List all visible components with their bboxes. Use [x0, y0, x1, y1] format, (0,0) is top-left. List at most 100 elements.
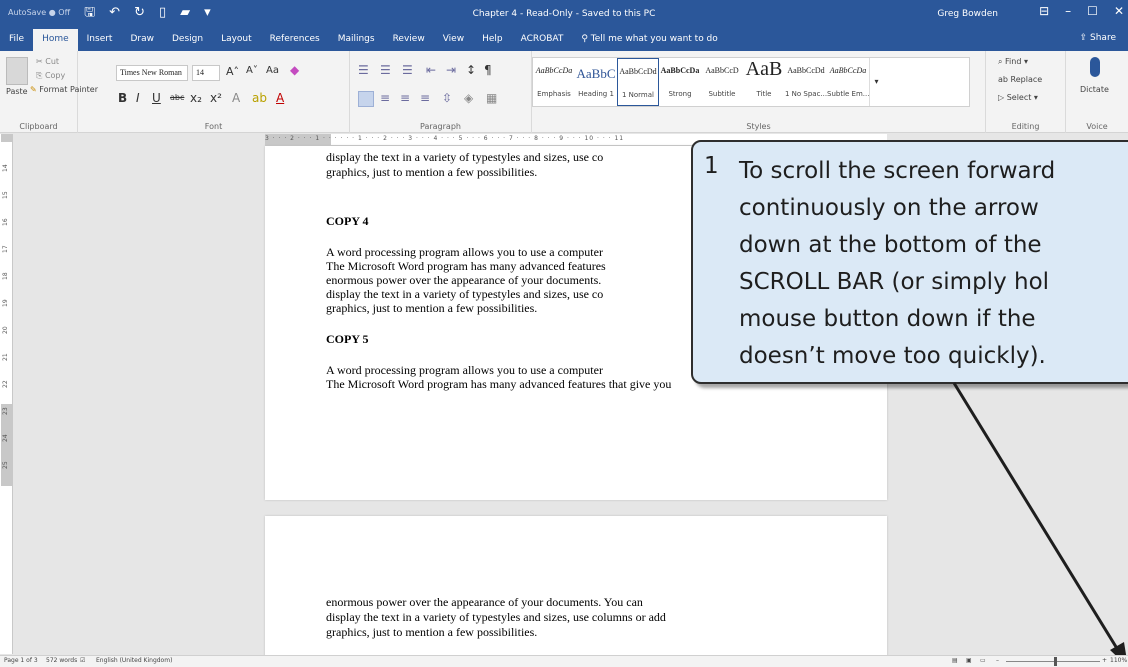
- styles-more-icon[interactable]: ▾: [869, 58, 883, 106]
- show-formatting-icon[interactable]: ¶: [484, 63, 492, 77]
- superscript-button[interactable]: x²: [210, 91, 222, 105]
- print-layout-icon[interactable]: ▣: [966, 657, 972, 664]
- minimize-icon[interactable]: –: [1065, 4, 1071, 18]
- tab-draw[interactable]: Draw: [121, 29, 163, 51]
- tab-review[interactable]: Review: [384, 29, 434, 51]
- select-button[interactable]: ▷ Select ▾: [998, 93, 1038, 102]
- shading-icon[interactable]: ◈: [464, 91, 473, 105]
- tab-acrobat[interactable]: ACROBAT: [512, 29, 573, 51]
- copy-button[interactable]: ⎘ Copy: [36, 71, 65, 81]
- styles-gallery: AaBbCcDa Emphasis AaBbC Heading 1 AaBbCcDd 1 …: [532, 57, 970, 107]
- shrink-font-icon[interactable]: A˅: [246, 65, 258, 76]
- page-count[interactable]: Page 1 of 3: [4, 657, 38, 664]
- style-item[interactable]: AaBbC Heading 1: [575, 58, 617, 106]
- decrease-indent-icon[interactable]: ⇤: [426, 63, 436, 77]
- ribbon-display-icon[interactable]: ⊟: [1039, 4, 1049, 18]
- multilevel-list-icon[interactable]: ☰: [402, 63, 413, 77]
- bullets-icon[interactable]: ☰: [358, 63, 369, 77]
- justify-icon[interactable]: ≡: [420, 91, 430, 105]
- align-center-icon[interactable]: ≡: [380, 91, 390, 105]
- proofing-icon[interactable]: ☑: [80, 657, 85, 664]
- align-right-icon[interactable]: ≡: [400, 91, 410, 105]
- paste-button[interactable]: Paste: [6, 87, 28, 96]
- cut-label: Cut: [45, 57, 60, 66]
- word-count[interactable]: 572 words: [46, 657, 77, 664]
- change-case-icon[interactable]: Aa: [266, 65, 279, 76]
- zoom-level[interactable]: 110%: [1110, 657, 1127, 664]
- tab-mailings[interactable]: Mailings: [329, 29, 384, 51]
- ruler-number: 18: [2, 272, 9, 280]
- italic-button[interactable]: I: [136, 91, 140, 105]
- style-item[interactable]: AaB Title: [743, 58, 785, 106]
- borders-icon[interactable]: ▦: [486, 91, 497, 105]
- zoom-slider-thumb[interactable]: [1054, 657, 1057, 666]
- text-effects-icon[interactable]: A: [232, 91, 240, 105]
- replace-button[interactable]: ab Replace: [998, 75, 1042, 84]
- text-line: The Microsoft Word program has many adva…: [326, 377, 672, 391]
- instruction-callout: 1 To scroll the screen forward continuou…: [691, 140, 1128, 384]
- language-indicator[interactable]: English (United Kingdom): [96, 657, 172, 664]
- align-left-button[interactable]: [358, 91, 374, 107]
- grow-font-icon[interactable]: A˄: [226, 65, 239, 78]
- paste-icon[interactable]: [6, 57, 28, 85]
- editing-group: ⌕ Find ▾ ab Replace ▷ Select ▾ Editing: [986, 51, 1066, 133]
- zoom-in-icon[interactable]: +: [1102, 657, 1107, 664]
- style-sample: AaBbC: [576, 66, 616, 81]
- tab-design[interactable]: Design: [163, 29, 212, 51]
- tab-home[interactable]: Home: [33, 29, 78, 51]
- close-icon[interactable]: ✕: [1114, 4, 1124, 18]
- select-icon: ▷: [998, 93, 1005, 102]
- bold-button[interactable]: B: [118, 91, 127, 105]
- numbering-icon[interactable]: ☰: [380, 63, 391, 77]
- style-item[interactable]: AaBbCcD Subtitle: [701, 58, 743, 106]
- web-layout-icon[interactable]: ▭: [980, 657, 986, 664]
- ruler-number: 25: [2, 461, 9, 469]
- style-sample: AaB: [745, 58, 783, 80]
- zoom-slider[interactable]: [1006, 661, 1100, 662]
- zoom-out-icon[interactable]: –: [996, 657, 999, 664]
- style-item[interactable]: AaBbCcDd 1 No Spac...: [785, 58, 827, 106]
- tab-help[interactable]: Help: [473, 29, 512, 51]
- search-icon: ⌕: [998, 57, 1003, 66]
- style-sample: AaBbCcDa: [660, 66, 700, 75]
- maximize-icon[interactable]: ☐: [1087, 4, 1098, 18]
- line-spacing-icon[interactable]: ⇳: [442, 91, 452, 105]
- ruler-number: 22: [2, 380, 9, 388]
- voice-label: Voice: [1086, 122, 1108, 131]
- highlight-icon[interactable]: ab: [252, 91, 267, 105]
- tab-insert[interactable]: Insert: [78, 29, 122, 51]
- style-item[interactable]: AaBbCcDa Emphasis: [533, 58, 575, 106]
- text-line: display the text in a variety of typesty…: [326, 610, 666, 624]
- cut-button[interactable]: ✂ Cut: [36, 57, 59, 66]
- clear-formatting-icon[interactable]: ◆: [290, 63, 299, 77]
- subscript-button[interactable]: x₂: [190, 91, 202, 105]
- ruler-number: 15: [2, 191, 9, 199]
- tell-me-search[interactable]: ⚲ Tell me what you want to do: [572, 29, 726, 51]
- read-mode-icon[interactable]: ▤: [952, 657, 958, 664]
- tab-layout[interactable]: Layout: [212, 29, 261, 51]
- style-item[interactable]: AaBbCcDd 1 Normal: [617, 58, 659, 106]
- scissors-icon: ✂: [36, 57, 43, 66]
- underline-button[interactable]: U: [152, 91, 161, 105]
- find-button[interactable]: ⌕ Find ▾: [998, 57, 1028, 67]
- replace-icon: ab: [998, 75, 1008, 84]
- document-page-2[interactable]: enormous power over the appearance of yo…: [265, 516, 887, 658]
- dictate-button[interactable]: Dictate: [1080, 85, 1109, 94]
- tab-references[interactable]: References: [261, 29, 329, 51]
- sort-icon[interactable]: ↕: [466, 63, 476, 77]
- font-size-box[interactable]: 14: [192, 65, 220, 81]
- user-name[interactable]: Greg Bowden: [937, 9, 998, 19]
- tab-file[interactable]: File: [0, 29, 33, 51]
- callout-step-number: 1: [704, 153, 719, 179]
- microphone-icon[interactable]: [1090, 57, 1100, 77]
- font-color-icon[interactable]: A: [276, 91, 284, 105]
- style-name: Subtitle: [708, 90, 736, 98]
- style-item[interactable]: AaBbCcDa Strong: [659, 58, 701, 106]
- font-name-box[interactable]: Times New Roman: [116, 65, 188, 81]
- share-button[interactable]: ⇪ Share: [1080, 33, 1116, 43]
- increase-indent-icon[interactable]: ⇥: [446, 63, 456, 77]
- ruler-ticks: 3 · · · 2 · · · 1 · · · · · · 1 · · · 2 …: [265, 135, 625, 142]
- style-item[interactable]: AaBbCcDa Subtle Em...: [827, 58, 869, 106]
- tab-view[interactable]: View: [434, 29, 473, 51]
- strikethrough-button[interactable]: abc: [170, 93, 184, 102]
